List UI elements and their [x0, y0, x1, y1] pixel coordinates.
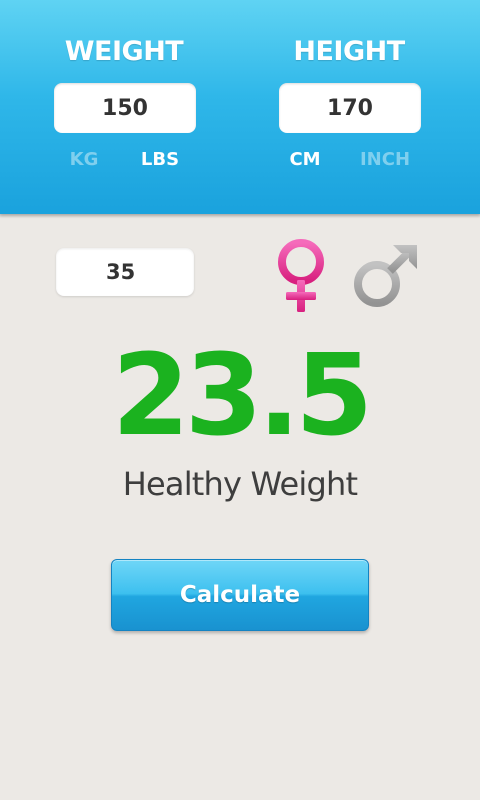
weight-title: WEIGHT	[64, 36, 184, 67]
header-panel: WEIGHT 150 KG LBS HEIGHT 170 CM INCH	[0, 0, 480, 218]
height-title: HEIGHT	[293, 36, 405, 67]
unit-inch-option[interactable]: INCH	[350, 149, 420, 170]
bmi-status-label: Healthy Weight	[122, 465, 358, 503]
unit-kg-option[interactable]: KG	[49, 149, 119, 170]
height-input[interactable]: 170	[279, 83, 421, 133]
weight-input[interactable]: 150	[54, 83, 196, 133]
bmi-result-value: 23.5	[111, 331, 373, 461]
male-symbol-icon[interactable]	[348, 240, 424, 312]
unit-lbs-option[interactable]: LBS	[125, 149, 195, 170]
unit-cm-option[interactable]: CM	[270, 149, 340, 170]
female-symbol-icon[interactable]	[268, 238, 338, 314]
age-input[interactable]: 35	[56, 248, 194, 296]
calculate-button[interactable]: Calculate	[111, 559, 369, 631]
weight-section: WEIGHT 150 KG LBS	[24, 0, 224, 214]
height-section: HEIGHT 170 CM INCH	[249, 0, 449, 214]
